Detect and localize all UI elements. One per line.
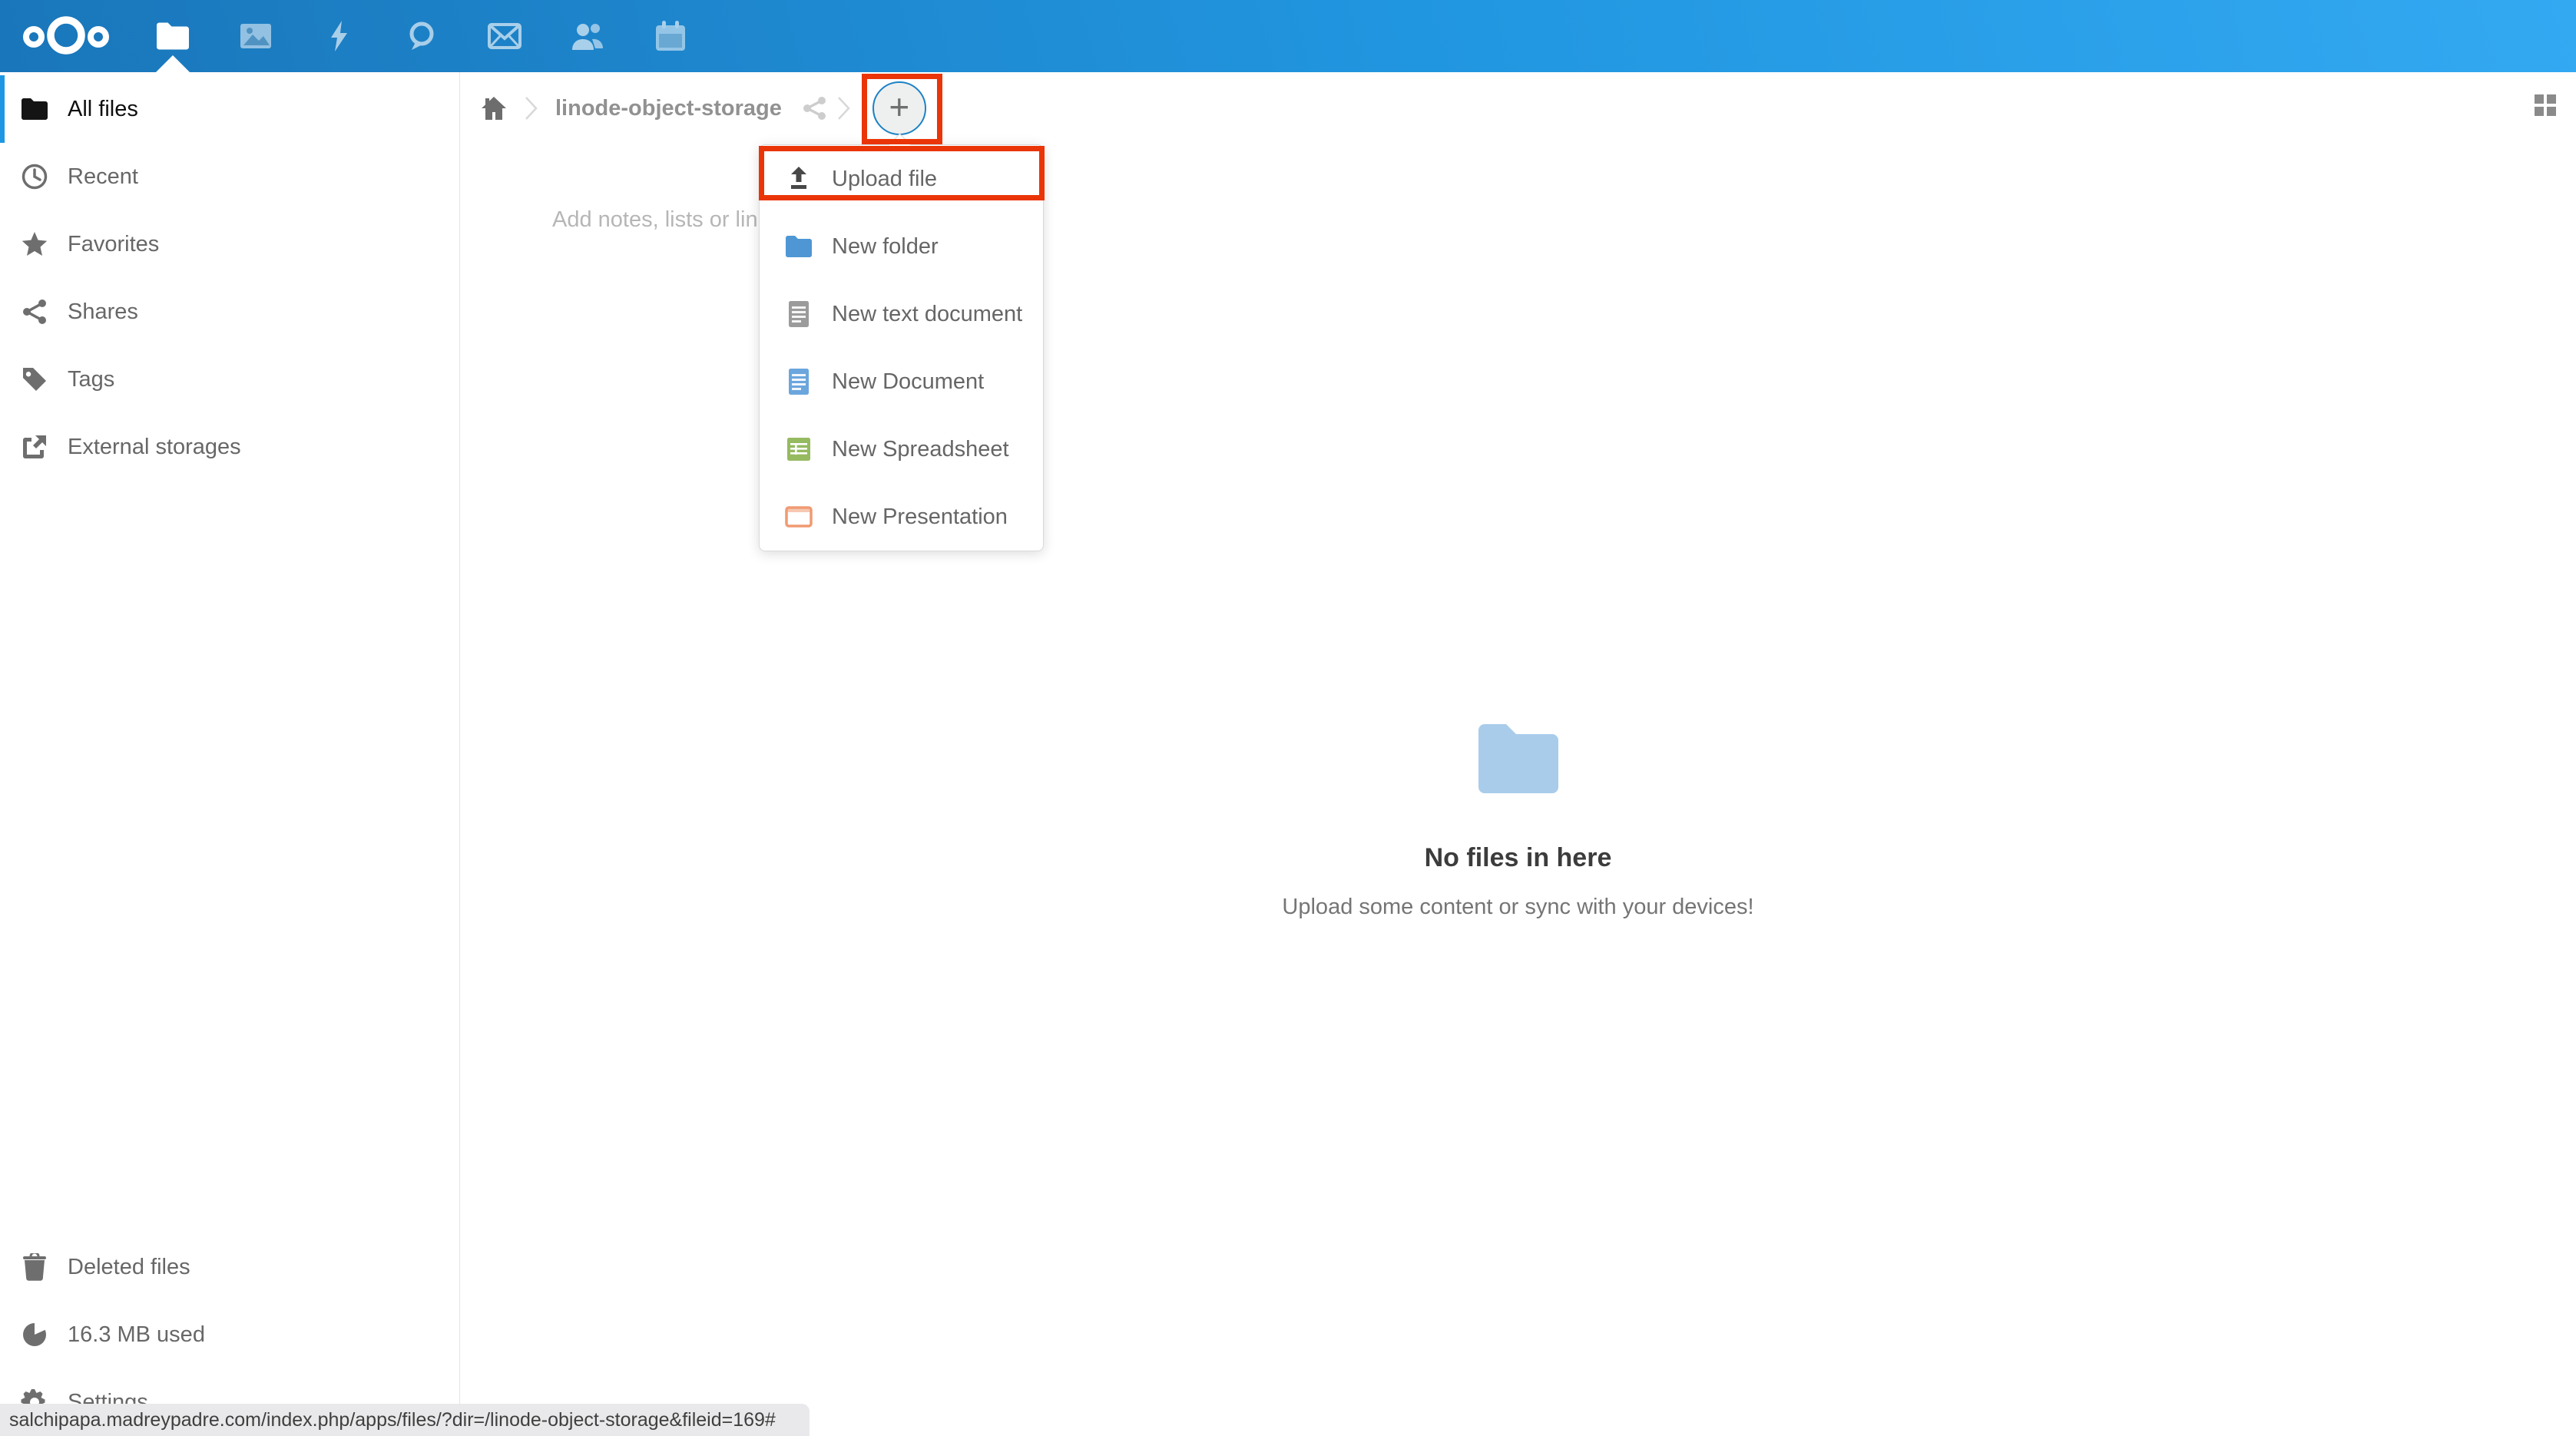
menu-item-label: New text document (832, 302, 1022, 327)
home-icon (480, 95, 508, 121)
activity-icon (325, 19, 353, 53)
app-mail[interactable] (463, 0, 546, 72)
talk-icon (406, 19, 438, 53)
nextcloud-logo-icon[interactable] (22, 9, 112, 63)
sidebar-item-quota[interactable]: 16.3 MB used (0, 1301, 459, 1368)
app-calendar[interactable] (629, 0, 712, 72)
top-bar: N (0, 0, 2576, 72)
sidebar-item-label: Recent (68, 164, 138, 190)
upload-icon (784, 166, 813, 192)
menu-item-new-document[interactable]: New Document (760, 348, 1043, 415)
app-photos[interactable] (214, 0, 297, 72)
empty-folder-icon (1477, 723, 1560, 793)
app-files[interactable] (131, 0, 214, 72)
sidebar-item-tags[interactable]: Tags (0, 346, 459, 413)
sidebar-item-label: External storages (68, 435, 241, 460)
sidebar-item-label: 16.3 MB used (68, 1322, 205, 1348)
new-file-menu: Upload file New folder New text document… (759, 144, 1044, 551)
empty-folder-state: No files in here Upload some content or … (460, 723, 2576, 920)
link-status-bar: salchipapa.madreypadre.com/index.php/app… (0, 1404, 810, 1436)
star-icon (20, 230, 49, 258)
share-icon (20, 298, 49, 326)
sidebar-item-recent[interactable]: Recent (0, 143, 459, 210)
app-contacts[interactable] (546, 0, 629, 72)
chevron-right-icon (523, 91, 540, 125)
spreadsheet-icon (784, 437, 813, 462)
external-storage-icon (20, 433, 49, 461)
sidebar-item-label: Shares (68, 299, 138, 325)
folder-icon (784, 235, 813, 258)
sidebar-item-favorites[interactable]: Favorites (0, 210, 459, 278)
clock-icon (20, 163, 49, 190)
document-icon (784, 368, 813, 395)
presentation-icon (784, 506, 813, 528)
menu-item-label: New folder (832, 234, 939, 260)
app-icon-row (131, 0, 712, 72)
menu-item-new-presentation[interactable]: New Presentation (760, 483, 1043, 551)
files-sidebar: All files Recent Favorites Shares (0, 72, 460, 1436)
plus-icon: + (889, 89, 909, 124)
menu-item-label: Upload file (832, 167, 937, 192)
app-activity[interactable] (297, 0, 380, 72)
workspace-notes-placeholder[interactable]: Add notes, lists or lin (552, 207, 758, 233)
menu-item-label: New Spreadsheet (832, 437, 1009, 462)
status-url: salchipapa.madreypadre.com/index.php/app… (9, 1409, 776, 1431)
sidebar-item-external-storages[interactable]: External storages (0, 413, 459, 481)
breadcrumb-current-folder[interactable]: linode-object-storage (555, 96, 782, 121)
share-icon (800, 94, 828, 122)
breadcrumb: linode-object-storage + (460, 72, 926, 144)
share-folder-button[interactable] (800, 94, 828, 122)
active-item-indicator (0, 75, 5, 143)
photos-icon (239, 21, 273, 51)
sidebar-item-deleted-files[interactable]: Deleted files (0, 1233, 459, 1301)
menu-item-upload-file[interactable]: Upload file (760, 145, 1043, 213)
contacts-icon (569, 21, 606, 51)
tag-icon (20, 366, 49, 393)
sidebar-item-all-files[interactable]: All files (0, 75, 459, 143)
nextcloud-files-screen: N All files Recent (0, 0, 2576, 1436)
files-icon (155, 21, 190, 51)
sidebar-item-shares[interactable]: Shares (0, 278, 459, 346)
active-app-caret (156, 55, 190, 72)
trash-icon (20, 1253, 49, 1281)
menu-item-new-text-document[interactable]: New text document (760, 280, 1043, 348)
empty-state-title: No files in here (460, 843, 2576, 873)
calendar-icon (654, 19, 687, 53)
menu-item-label: New Document (832, 369, 984, 395)
menu-item-new-folder[interactable]: New folder (760, 213, 1043, 280)
sidebar-item-label: Favorites (68, 232, 159, 257)
quota-pie-icon (20, 1321, 49, 1348)
chevron-right-icon (836, 91, 853, 125)
text-document-icon (784, 300, 813, 328)
new-file-button[interactable]: + (872, 81, 926, 135)
sidebar-item-label: All files (68, 97, 138, 122)
grid-view-icon (2535, 94, 2544, 104)
menu-item-label: New Presentation (832, 505, 1008, 530)
sidebar-item-label: Tags (68, 367, 114, 392)
menu-item-new-spreadsheet[interactable]: New Spreadsheet (760, 415, 1043, 483)
app-talk[interactable] (380, 0, 463, 72)
empty-state-subtitle: Upload some content or sync with your de… (460, 895, 2576, 920)
sidebar-item-label: Deleted files (68, 1255, 190, 1280)
home-breadcrumb-button[interactable] (480, 95, 508, 121)
grid-view-toggle-button[interactable] (2535, 94, 2556, 116)
sidebar-nav: All files Recent Favorites Shares (0, 75, 459, 481)
folder-icon (20, 97, 49, 121)
mail-icon (488, 23, 521, 49)
